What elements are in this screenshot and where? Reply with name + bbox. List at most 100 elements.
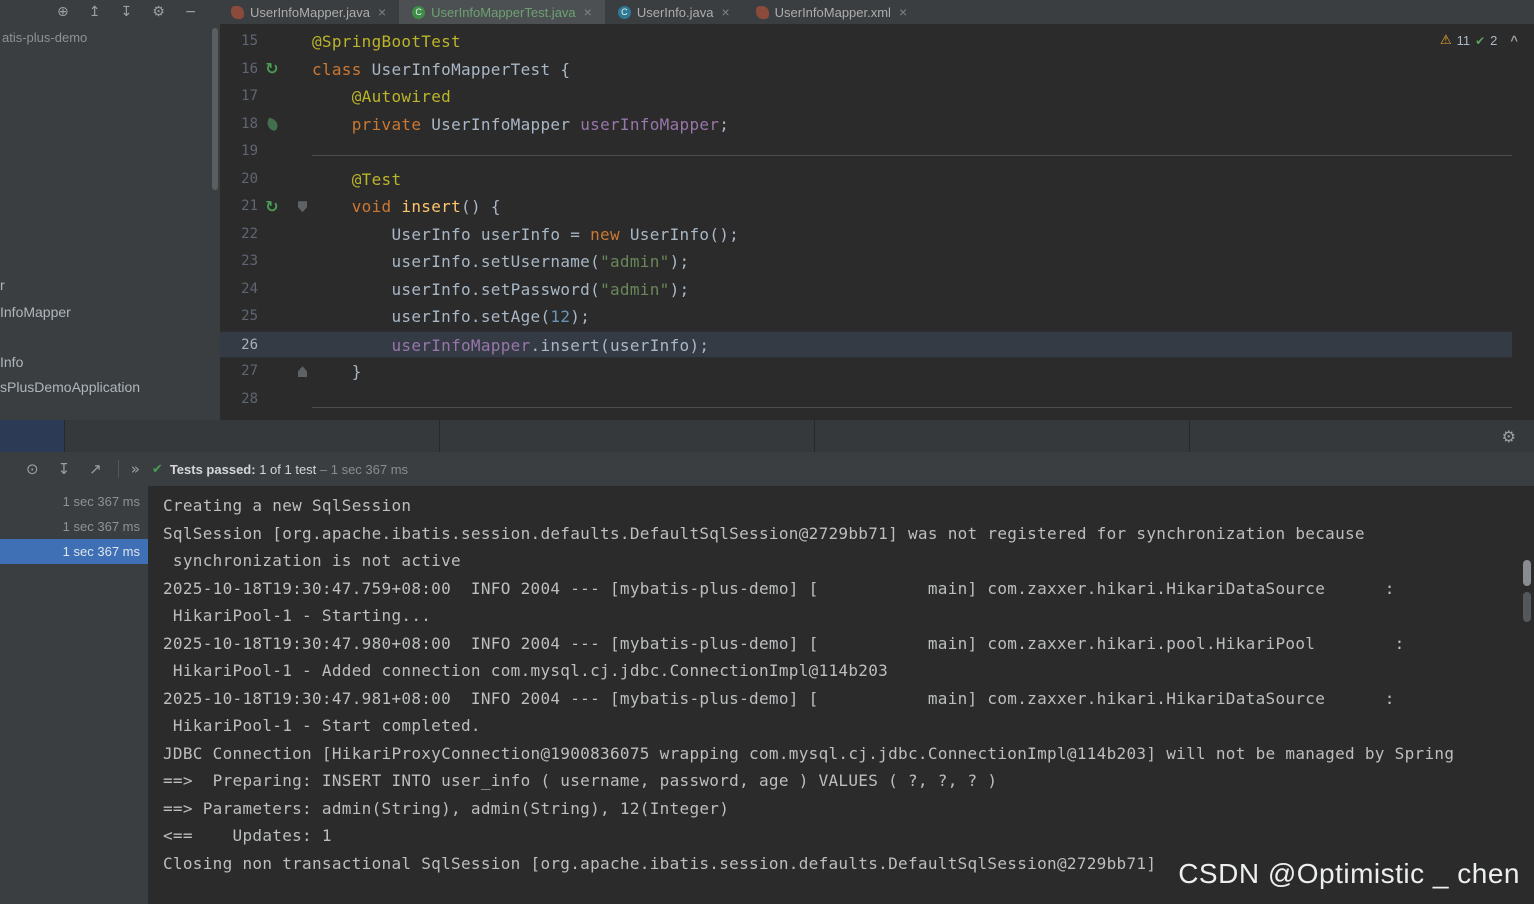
test-tree-row[interactable]: 1 sec 367 ms bbox=[0, 514, 148, 539]
run-console[interactable]: Creating a new SqlSession SqlSession [org… bbox=[148, 486, 1534, 904]
run-panel-body: 1 sec 367 ms 1 sec 367 ms 1 sec 367 ms Cre… bbox=[0, 486, 1534, 904]
tab-close-icon[interactable]: × bbox=[378, 4, 386, 20]
tab-close-icon[interactable]: × bbox=[721, 4, 729, 20]
ide-window: ⊕↥↧⚙− UserInfoMapper.java×UserInfoMapper… bbox=[0, 0, 1534, 904]
console-scrollbar[interactable] bbox=[1523, 560, 1531, 586]
code-line[interactable]: 18 private UserInfoMapper userInfoMapper… bbox=[220, 111, 1512, 139]
gutter bbox=[258, 386, 286, 414]
import-results-icon[interactable]: ↧ bbox=[58, 461, 71, 477]
collapse-all-icon[interactable]: ↧ bbox=[120, 5, 132, 19]
editor-tab[interactable]: UserInfoMapper.xml × bbox=[743, 0, 921, 24]
project-root-item[interactable]: atis-plus-demo bbox=[2, 30, 87, 45]
editor-tab[interactable]: UserInfoMapper.java × bbox=[218, 0, 399, 24]
code-line[interactable]: 27 } bbox=[220, 358, 1512, 386]
tab-label: UserInfoMapper.xml bbox=[774, 4, 891, 20]
line-number: 24 bbox=[241, 280, 258, 297]
console-line: 2025-10-18T19:30:47.759+08:00 INFO 2004 … bbox=[163, 578, 1395, 598]
fold-column bbox=[286, 358, 312, 386]
line-number: 15 bbox=[241, 33, 258, 49]
gutter bbox=[258, 221, 286, 249]
tab-close-icon[interactable]: × bbox=[899, 4, 907, 20]
code-text: class UserInfoMapperTest { bbox=[312, 59, 571, 79]
project-tree-item[interactable]: Info bbox=[0, 352, 23, 372]
code-line[interactable]: 20 @Test bbox=[220, 166, 1512, 194]
xml-mapper-file-icon bbox=[755, 5, 769, 19]
line-number: 19 bbox=[241, 143, 258, 159]
filter-passed-icon[interactable]: ⊙ bbox=[26, 461, 39, 477]
tool-window-header: ⚙ bbox=[0, 420, 1534, 452]
console-line: SqlSession [org.apache.ibatis.session.de… bbox=[163, 523, 1365, 543]
editor-tabs: UserInfoMapper.java×UserInfoMapperTest.j… bbox=[218, 0, 920, 24]
fold-column bbox=[286, 111, 312, 139]
fold-column bbox=[286, 303, 312, 331]
gutter bbox=[258, 111, 286, 139]
tool-window-tab[interactable] bbox=[0, 420, 65, 452]
code-editor[interactable]: 15 @SpringBootTest 16 ↻ class UserInfoMapper… bbox=[220, 24, 1534, 420]
fold-column bbox=[286, 138, 312, 166]
expand-all-icon[interactable]: ↥ bbox=[89, 5, 101, 19]
more-actions-icon[interactable]: » bbox=[131, 460, 140, 478]
code-line[interactable]: 28 bbox=[220, 386, 1512, 414]
tab-close-icon[interactable]: × bbox=[584, 4, 592, 20]
code-text: } bbox=[312, 362, 362, 381]
code-line[interactable]: 25 userInfo.setAge(12); bbox=[220, 303, 1512, 331]
code-line[interactable]: 15 @SpringBootTest bbox=[220, 28, 1512, 56]
console-line: ==> Parameters: admin(String), admin(Str… bbox=[163, 798, 730, 818]
code-text: @Autowired bbox=[351, 87, 452, 106]
hide-panel-icon[interactable]: − bbox=[185, 5, 197, 19]
gutter: ↻ bbox=[258, 56, 286, 84]
run-test-icon[interactable]: ↻ bbox=[265, 198, 279, 215]
spring-bean-icon[interactable] bbox=[265, 117, 279, 132]
test-toolbar: ⊙ ↧ ↗ » ✔ Tests passed: 1 of 1 test – 1 se… bbox=[0, 452, 1534, 486]
project-toolbar: ⊕ ↥ ↧ ⚙ − bbox=[0, 0, 218, 24]
inspections-widget[interactable]: ⚠ 11 ✔ 2 ^ bbox=[1440, 33, 1518, 48]
code-text: @SpringBootTest bbox=[312, 32, 461, 51]
code-line[interactable]: 19 bbox=[220, 138, 1512, 166]
header-segment bbox=[440, 420, 815, 452]
editor-tab[interactable]: UserInfoMapperTest.java × bbox=[399, 0, 605, 24]
project-tree-item[interactable]: sPlusDemoApplication bbox=[0, 377, 140, 397]
tests-passed-icon: ✔ bbox=[151, 461, 163, 477]
test-tree-row[interactable]: 1 sec 367 ms bbox=[0, 539, 148, 564]
settings-gear-icon[interactable]: ⚙ bbox=[152, 5, 165, 19]
code-line[interactable]: 23 userInfo.setUsername("admin"); bbox=[220, 248, 1512, 276]
gutter bbox=[258, 28, 286, 56]
line-number: 20 bbox=[241, 170, 258, 187]
method-separator bbox=[312, 407, 1512, 408]
code-line[interactable]: 16 ↻ class UserInfoMapperTest { bbox=[220, 56, 1512, 84]
fold-column bbox=[286, 193, 312, 221]
fold-column bbox=[286, 166, 312, 194]
run-test-icon[interactable]: ↻ bbox=[265, 61, 279, 77]
fold-column bbox=[286, 83, 312, 111]
code-line[interactable]: 21 ↻ void insert() { bbox=[220, 193, 1512, 221]
gutter bbox=[258, 276, 286, 304]
project-tree-item[interactable]: InfoMapper bbox=[0, 302, 71, 322]
console-line: HikariPool-1 - Added connection com.mysq… bbox=[163, 661, 889, 680]
locate-icon[interactable]: ⊕ bbox=[57, 5, 69, 19]
project-tree-item[interactable]: r bbox=[0, 275, 5, 295]
line-number: 18 bbox=[241, 115, 258, 132]
test-tree-row[interactable]: 1 sec 367 ms bbox=[0, 489, 148, 514]
code-line[interactable]: 26 userInfoMapper.insert(userInfo); bbox=[220, 330, 1512, 358]
tests-passed-detail: 1 of 1 test bbox=[255, 461, 317, 477]
options-gear-icon[interactable]: ⚙ bbox=[1502, 427, 1516, 446]
fold-end-icon[interactable] bbox=[298, 366, 307, 378]
code-line[interactable]: 24 userInfo.setPassword("admin"); bbox=[220, 276, 1512, 304]
editor-tab[interactable]: UserInfo.java × bbox=[605, 0, 743, 24]
mapper-file-icon bbox=[231, 5, 244, 19]
console-line: synchronization is not active bbox=[163, 551, 461, 570]
fold-start-icon[interactable] bbox=[298, 201, 307, 213]
code-text: userInfo.setPassword("admin"); bbox=[312, 279, 690, 299]
project-scrollbar[interactable] bbox=[212, 28, 218, 190]
code-line[interactable]: 17 @Autowired bbox=[220, 83, 1512, 111]
console-line: Creating a new SqlSession bbox=[163, 496, 412, 515]
chevron-up-icon[interactable]: ^ bbox=[1510, 33, 1518, 48]
check-icon: ✔ bbox=[1475, 33, 1486, 48]
export-results-icon[interactable]: ↗ bbox=[89, 461, 102, 477]
console-scrollbar[interactable] bbox=[1523, 592, 1531, 622]
passed-count: 2 bbox=[1490, 33, 1498, 48]
code-line[interactable]: 22 UserInfo userInfo = new UserInfo(); bbox=[220, 221, 1512, 249]
line-number: 17 bbox=[241, 88, 258, 104]
gutter bbox=[258, 332, 286, 358]
fold-column bbox=[286, 248, 312, 276]
